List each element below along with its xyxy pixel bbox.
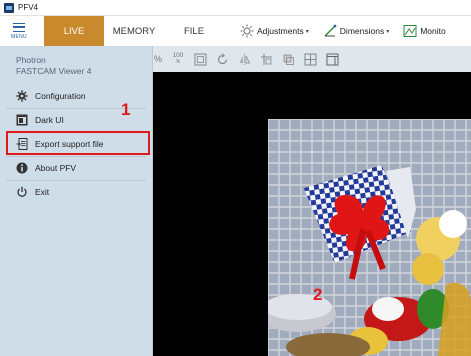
menu-item-label: About PFV <box>35 163 77 173</box>
dimensions-icon <box>323 24 337 38</box>
layout-icon[interactable] <box>325 52 339 66</box>
chevron-down-icon: ▾ <box>386 28 390 35</box>
gear-icon <box>16 90 28 102</box>
zoom-percent-button[interactable]: % <box>153 52 163 66</box>
menu-button[interactable]: MENU <box>0 16 38 46</box>
app-icon <box>4 2 14 13</box>
title-bar: PFV4 <box>0 0 471 16</box>
grid-icon[interactable] <box>303 52 317 66</box>
menu-item-label: Dark UI <box>35 115 64 125</box>
monitor-icon <box>403 24 417 38</box>
tab-file[interactable]: FILE <box>164 16 224 46</box>
menu-item-exit[interactable]: Exit <box>6 181 148 203</box>
tab-live[interactable]: LIVE <box>44 16 104 46</box>
rotate-icon[interactable] <box>215 52 229 66</box>
crosshair-icon[interactable] <box>259 52 273 66</box>
main-menu-panel: Photron FASTCAM Viewer 4 Configuration D… <box>0 46 153 356</box>
ribbon: MENU LIVE MEMORY FILE Adjustments ▾ Dime… <box>0 16 471 46</box>
step-1-label: 1 <box>121 100 131 119</box>
menu-item-label: Configuration <box>35 91 86 101</box>
window-title: PFV4 <box>18 3 39 12</box>
dimensions-dropdown[interactable]: Dimensions ▾ <box>323 16 389 46</box>
overlay-icon[interactable] <box>281 52 295 66</box>
info-icon <box>16 162 28 174</box>
brand: Photron FASTCAM Viewer 4 <box>16 55 91 77</box>
adjustments-icon <box>240 24 254 38</box>
adjustments-dropdown[interactable]: Adjustments ▾ <box>240 16 309 46</box>
adjustments-label: Adjustments <box>257 26 304 36</box>
monitor-dropdown[interactable]: Monito <box>403 16 446 46</box>
menu-button-label: MENU <box>11 33 27 40</box>
power-icon <box>16 186 28 198</box>
chevron-down-icon: ▾ <box>305 28 309 35</box>
highlight-box <box>6 131 150 155</box>
camera-image <box>268 119 471 356</box>
tab-memory[interactable]: MEMORY <box>104 16 164 46</box>
zoom-100-button[interactable]: 100 % <box>171 52 185 66</box>
menu-item-label: Exit <box>35 187 50 197</box>
monitor-label: Monito <box>420 26 446 36</box>
brand-line-1: Photron <box>16 55 46 65</box>
dark-ui-icon <box>16 114 28 126</box>
brand-line-2: FASTCAM Viewer 4 <box>16 66 92 76</box>
flip-icon[interactable] <box>237 52 251 66</box>
step-2-label: 2 <box>313 285 323 304</box>
fit-screen-icon[interactable] <box>193 52 207 66</box>
tool-strip: % 100 % <box>153 46 471 72</box>
menu-item-about-pfv[interactable]: About PFV <box>6 157 148 179</box>
hamburger-icon <box>13 22 25 32</box>
dimensions-label: Dimensions <box>339 26 385 36</box>
zoom-100-sub: % <box>175 59 181 65</box>
